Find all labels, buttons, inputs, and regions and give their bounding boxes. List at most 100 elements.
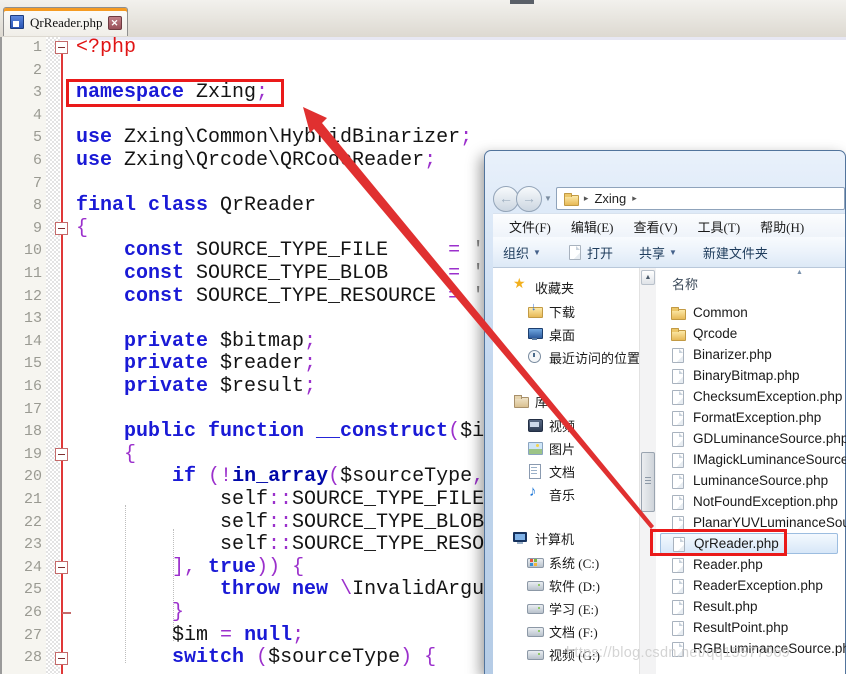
- nav-item-label: 软件 (D:): [549, 576, 600, 595]
- line-number: 15: [2, 353, 42, 376]
- history-dropdown-icon[interactable]: ▼: [544, 194, 552, 203]
- star-icon: [513, 280, 529, 294]
- code-line[interactable]: private $bitmap;: [76, 331, 316, 354]
- tab-close-icon[interactable]: ✕: [108, 16, 122, 30]
- code-token: const: [124, 239, 184, 262]
- toolbar-button[interactable]: 新建文件夹: [703, 243, 768, 262]
- code-token: const: [124, 262, 184, 285]
- code-token: [232, 624, 244, 647]
- nav-item[interactable]: 文档 (F:): [527, 620, 598, 642]
- file-item[interactable]: Qrcode: [660, 323, 838, 344]
- fold-marker[interactable]: [55, 41, 68, 54]
- nav-section[interactable]: 计算机: [513, 527, 574, 549]
- line-number: 18: [2, 421, 42, 444]
- code-line[interactable]: private $reader;: [76, 353, 316, 376]
- column-header-name[interactable]: 名称: [672, 274, 698, 293]
- code-line[interactable]: use Zxing\Common\HybridBinarizer;: [76, 127, 472, 150]
- code-token: {: [76, 217, 88, 240]
- file-item[interactable]: ChecksumException.php: [660, 386, 838, 407]
- nav-item[interactable]: 图片: [527, 437, 575, 459]
- code-token: self: [76, 511, 268, 534]
- file-item[interactable]: GDLuminanceSource.php: [660, 428, 838, 449]
- menu-item[interactable]: 编辑(E): [561, 217, 624, 236]
- code-token: [76, 443, 124, 466]
- nav-item[interactable]: 视频: [527, 414, 575, 436]
- file-name: ReaderException.php: [693, 578, 823, 593]
- toolbar-button[interactable]: 打开: [567, 243, 613, 262]
- file-name: PlanarYUVLuminanceSource.php: [693, 515, 846, 530]
- file-item[interactable]: IMagickLuminanceSource.php: [660, 449, 838, 470]
- menu-item[interactable]: 查看(V): [624, 217, 688, 236]
- code-token: {: [124, 443, 136, 466]
- nav-item[interactable]: 文档: [527, 460, 575, 482]
- code-token: [76, 375, 124, 398]
- code-line[interactable]: {: [76, 218, 88, 241]
- file-item[interactable]: Common: [660, 302, 838, 323]
- fold-marker[interactable]: [55, 561, 68, 574]
- menu-item[interactable]: 帮助(H): [750, 217, 814, 236]
- file-item[interactable]: FormatException.php: [660, 407, 838, 428]
- code-line[interactable]: const SOURCE_TYPE_BLOB = ': [76, 263, 484, 286]
- code-line[interactable]: <?php: [76, 37, 136, 60]
- nav-item[interactable]: 系统 (C:): [527, 551, 599, 573]
- nav-section[interactable]: 库: [513, 390, 548, 412]
- line-number: 23: [2, 534, 42, 557]
- nav-item[interactable]: 学习 (E:): [527, 597, 598, 619]
- menu-item[interactable]: 工具(T): [688, 217, 751, 236]
- code-line[interactable]: self::SOURCE_TYPE_RESO: [76, 534, 484, 557]
- menu-item[interactable]: 文件(F): [499, 217, 561, 236]
- address-bar[interactable]: ▸ Zxing ▸: [556, 187, 845, 210]
- forward-button[interactable]: →: [516, 186, 542, 212]
- sort-ascending-icon[interactable]: ▲: [796, 269, 803, 276]
- code-line[interactable]: if (!in_array($sourceType,: [76, 466, 484, 489]
- nav-item[interactable]: 下载: [527, 300, 575, 322]
- code-line[interactable]: use Zxing\Qrcode\QRCodeReader;: [76, 150, 436, 173]
- fold-marker[interactable]: [55, 222, 68, 235]
- scrollbar[interactable]: ▲: [639, 268, 656, 674]
- file-item[interactable]: Result.php: [660, 596, 838, 617]
- code-line[interactable]: ], true)) {: [76, 557, 304, 580]
- toolbar-button[interactable]: 组织▼: [503, 243, 541, 262]
- nav-section[interactable]: 收藏夹: [513, 276, 574, 298]
- fold-marker[interactable]: [55, 448, 68, 461]
- line-number: 8: [2, 195, 42, 218]
- code-line[interactable]: switch ($sourceType) {: [76, 647, 436, 670]
- file-name: ResultPoint.php: [693, 620, 788, 635]
- code-token: use: [76, 149, 112, 172]
- code-line[interactable]: private $result;: [76, 376, 316, 399]
- code-token: (: [448, 420, 460, 443]
- file-item[interactable]: LuminanceSource.php: [660, 470, 838, 491]
- editor-tab[interactable]: QrReader.php ✕: [3, 7, 128, 36]
- file-item[interactable]: BinaryBitmap.php: [660, 365, 838, 386]
- code-token: [76, 601, 172, 624]
- file-item[interactable]: NotFoundException.php: [660, 491, 838, 512]
- scrollbar-thumb[interactable]: [641, 452, 655, 512]
- dropdown-caret-icon: ▼: [533, 248, 541, 257]
- nav-item[interactable]: 最近访问的位置: [527, 346, 640, 368]
- code-line[interactable]: const SOURCE_TYPE_RESOURCE = ': [76, 286, 484, 309]
- code-token: ;: [460, 126, 472, 149]
- line-number: 9: [2, 218, 42, 241]
- file-item[interactable]: Binarizer.php: [660, 344, 838, 365]
- code-line[interactable]: const SOURCE_TYPE_FILE = ': [76, 240, 484, 263]
- code-line[interactable]: public function __construct($i: [76, 421, 484, 444]
- code-line[interactable]: self::SOURCE_TYPE_FILE: [76, 489, 484, 512]
- nav-item[interactable]: 桌面: [527, 323, 575, 345]
- code-line[interactable]: }: [76, 602, 184, 625]
- file-item[interactable]: ResultPoint.php: [660, 617, 838, 638]
- toolbar-button[interactable]: 共享▼: [639, 243, 677, 262]
- code-line[interactable]: throw new \InvalidArgu: [76, 579, 484, 602]
- code-line[interactable]: {: [76, 444, 136, 467]
- code-token: ::: [268, 533, 292, 556]
- code-line[interactable]: $im = null;: [76, 625, 304, 648]
- breadcrumb[interactable]: Zxing: [594, 191, 626, 206]
- nav-item[interactable]: 音乐: [527, 483, 575, 505]
- file-item[interactable]: Reader.php: [660, 554, 838, 575]
- fold-marker[interactable]: [55, 652, 68, 665]
- file-name: Result.php: [693, 599, 758, 614]
- file-item[interactable]: ReaderException.php: [660, 575, 838, 596]
- nav-item[interactable]: 软件 (D:): [527, 574, 600, 596]
- code-line[interactable]: self::SOURCE_TYPE_BLOB: [76, 512, 484, 535]
- scroll-up-icon[interactable]: ▲: [641, 270, 655, 285]
- code-line[interactable]: final class QrReader: [76, 195, 316, 218]
